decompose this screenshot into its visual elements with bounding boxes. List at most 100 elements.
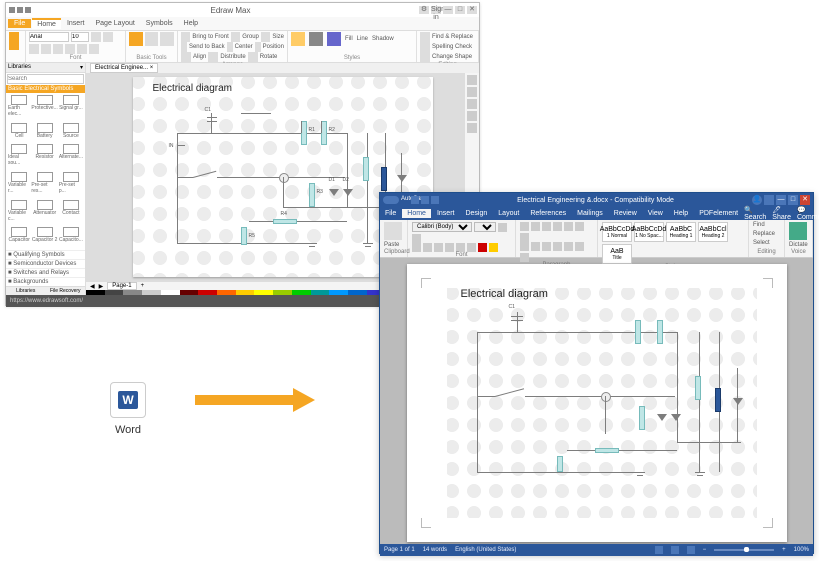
- font-size[interactable]: 11: [474, 222, 496, 232]
- tool-icon[interactable]: [467, 87, 477, 97]
- color-swatch[interactable]: [217, 290, 236, 295]
- select-button[interactable]: Select: [753, 240, 780, 246]
- maximize-button[interactable]: □: [788, 195, 798, 205]
- shrink-font-icon[interactable]: [412, 234, 421, 243]
- style-swatch[interactable]: [309, 32, 323, 46]
- undo-icon[interactable]: [421, 196, 429, 204]
- tab-pdfelement[interactable]: PDFelement: [694, 209, 743, 218]
- front-icon[interactable]: [181, 32, 190, 42]
- tab-symbols[interactable]: Symbols: [141, 19, 178, 28]
- align-icon[interactable]: [181, 52, 191, 62]
- tab-file[interactable]: File: [380, 209, 401, 218]
- tab-help[interactable]: Help: [669, 209, 693, 218]
- share-button[interactable]: 🖊 Share: [772, 206, 791, 221]
- category-item[interactable]: ■ Backgrounds: [6, 277, 85, 286]
- symbol-item[interactable]: Alternate...: [59, 144, 83, 171]
- style-item[interactable]: AaBbCclHeading 2: [698, 222, 728, 242]
- symbol-item[interactable]: Pre-set p...: [59, 172, 83, 199]
- justify-icon[interactable]: [553, 242, 562, 251]
- tab-layout[interactable]: Layout: [493, 209, 524, 218]
- italic-icon[interactable]: [41, 44, 51, 54]
- strike-icon[interactable]: [65, 44, 75, 54]
- account-icon[interactable]: 👤: [752, 195, 762, 205]
- group-icon[interactable]: [231, 32, 240, 42]
- find-icon[interactable]: [420, 32, 430, 42]
- chevron-down-icon[interactable]: ▾: [80, 64, 83, 71]
- prev-page-icon[interactable]: ◀: [90, 283, 95, 290]
- increase-indent-icon[interactable]: [564, 222, 573, 231]
- borders-icon[interactable]: [520, 253, 529, 262]
- web-layout-icon[interactable]: [687, 546, 695, 554]
- show-marks-icon[interactable]: [520, 233, 529, 242]
- symbol-item[interactable]: Capacito...: [59, 227, 83, 248]
- style-item[interactable]: AaBbCHeading 1: [666, 222, 696, 242]
- grow-font-icon[interactable]: [498, 223, 507, 232]
- select-tool-icon[interactable]: [129, 32, 143, 46]
- symbol-item[interactable]: Attenuator: [31, 200, 57, 227]
- color-swatch[interactable]: [273, 290, 292, 295]
- change-shape-icon[interactable]: [420, 52, 430, 62]
- tab-references[interactable]: References: [525, 209, 571, 218]
- status-language[interactable]: English (United States): [455, 547, 516, 553]
- paste-icon[interactable]: [9, 32, 19, 50]
- color-swatch[interactable]: [180, 290, 199, 295]
- symbol-item[interactable]: Cell: [8, 123, 30, 144]
- color-swatch[interactable]: [161, 290, 180, 295]
- center-icon[interactable]: [227, 42, 233, 52]
- connector-tool-icon[interactable]: [160, 32, 174, 46]
- tab-home[interactable]: Home: [402, 209, 431, 219]
- symbol-item[interactable]: Pre-set res...: [31, 172, 57, 199]
- align-right-icon[interactable]: [542, 242, 551, 251]
- font-select[interactable]: Calibri (Body): [412, 222, 472, 232]
- minimize-button[interactable]: —: [776, 195, 786, 205]
- underline-icon[interactable]: [434, 243, 443, 252]
- redo-icon[interactable]: [431, 196, 439, 204]
- save-icon[interactable]: [411, 196, 419, 204]
- page-tab[interactable]: Page-1: [107, 282, 136, 290]
- zoom-out-icon[interactable]: −: [703, 547, 707, 553]
- tab-help[interactable]: Help: [179, 19, 203, 28]
- tool-icon[interactable]: [467, 75, 477, 85]
- color-swatch[interactable]: [142, 290, 161, 295]
- tab-review[interactable]: Review: [609, 209, 642, 218]
- symbol-item[interactable]: Source: [59, 123, 83, 144]
- multilevel-icon[interactable]: [542, 222, 551, 231]
- align-center-icon[interactable]: [531, 242, 540, 251]
- color-swatch[interactable]: [198, 290, 217, 295]
- tab-design[interactable]: Design: [460, 209, 492, 218]
- position-icon[interactable]: [255, 42, 261, 52]
- color-swatch[interactable]: [236, 290, 255, 295]
- size-icon[interactable]: [261, 32, 270, 42]
- tab-mailings[interactable]: Mailings: [572, 209, 608, 218]
- autosave-toggle[interactable]: [383, 196, 399, 204]
- tab-file-recovery[interactable]: File Recovery: [46, 287, 86, 295]
- spell-icon[interactable]: [420, 42, 430, 52]
- font-color-icon[interactable]: [478, 243, 487, 252]
- category-item[interactable]: ■ Switches and Relays: [6, 268, 85, 277]
- symbol-item[interactable]: Variable r...: [8, 172, 30, 199]
- font-select[interactable]: [29, 32, 69, 42]
- word-file-icon[interactable]: W Word: [110, 382, 146, 436]
- style-item[interactable]: AaBbCcDd1 Normal: [602, 222, 632, 242]
- sort-icon[interactable]: [575, 222, 584, 231]
- read-mode-icon[interactable]: [655, 546, 663, 554]
- status-words[interactable]: 14 words: [423, 547, 447, 553]
- increase-font-icon[interactable]: [91, 32, 101, 42]
- library-search[interactable]: [7, 74, 84, 84]
- document-tab[interactable]: Electrical Enginee... ×: [90, 63, 158, 73]
- dictate-icon[interactable]: [789, 222, 807, 240]
- rotate-icon[interactable]: [248, 52, 258, 62]
- ribbon-options-icon[interactable]: [764, 195, 774, 205]
- font-color-icon[interactable]: [77, 44, 87, 54]
- print-layout-icon[interactable]: [671, 546, 679, 554]
- close-button[interactable]: ✕: [467, 6, 477, 14]
- find-button[interactable]: Find: [753, 222, 780, 228]
- minimize-button[interactable]: —: [443, 6, 453, 14]
- close-button[interactable]: ✕: [800, 195, 810, 205]
- color-swatch[interactable]: [254, 290, 273, 295]
- bold-icon[interactable]: [412, 243, 421, 252]
- text-tool-icon[interactable]: [145, 32, 159, 46]
- tab-home[interactable]: Home: [32, 18, 61, 29]
- symbol-item[interactable]: Protective...: [31, 95, 57, 122]
- add-page-icon[interactable]: +: [141, 283, 145, 289]
